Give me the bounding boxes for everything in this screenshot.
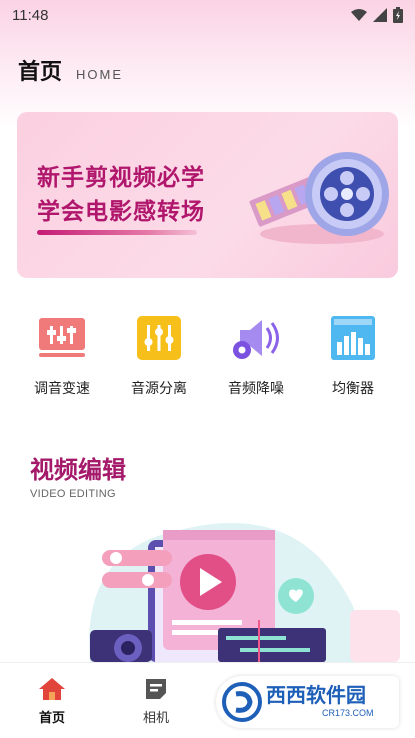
tools-grid: 调音变速 音源分离 音频降噪 均衡器	[0, 312, 415, 412]
battery-icon	[393, 7, 403, 23]
section-subtitle: VIDEO EDITING	[30, 488, 116, 500]
signal-icon	[373, 8, 387, 22]
wifi-icon	[351, 9, 367, 21]
status-bar: 11:48	[0, 0, 415, 30]
banner-underline	[37, 230, 197, 235]
status-icons	[351, 7, 403, 23]
header: 首页 HOME	[18, 54, 123, 86]
promo-banner[interactable]: 新手剪视频必学 学会电影感转场	[17, 112, 398, 278]
tool-label: 音频降噪	[228, 381, 284, 397]
watermark: 西西软件园 CR173.COM	[216, 676, 399, 728]
equalizer-icon	[137, 316, 181, 360]
tool-label: 均衡器	[332, 381, 374, 397]
tool-label: 音源分离	[131, 381, 187, 397]
page-title: 首页	[18, 60, 63, 85]
watermark-logo-icon	[222, 682, 262, 722]
banner-line-2: 学会电影感转场	[37, 199, 205, 225]
tool-pitch-speed[interactable]: 调音变速	[12, 312, 112, 398]
document-icon	[146, 679, 166, 699]
nav-item-camera[interactable]: 相机	[116, 675, 196, 726]
page-subtitle: HOME	[76, 67, 124, 82]
section-title: 视频编辑	[30, 456, 126, 484]
tool-noise-reduction[interactable]: 音频降噪	[206, 312, 306, 398]
banner-line-1: 新手剪视频必学	[37, 165, 205, 191]
watermark-text: 西西软件园	[266, 685, 366, 707]
video-editing-illustration[interactable]	[60, 510, 400, 662]
tool-equalizer[interactable]: 均衡器	[303, 312, 403, 398]
watermark-sub: CR173.COM	[322, 708, 374, 718]
speaker-gear-icon	[233, 320, 279, 359]
bar-chart-icon	[331, 316, 375, 360]
sliders-icon	[39, 318, 85, 357]
tool-source-separation[interactable]: 音源分离	[109, 312, 209, 398]
home-icon	[39, 678, 65, 700]
nav-label: 首页	[38, 711, 65, 726]
nav-label: 相机	[142, 711, 169, 726]
status-time: 11:48	[12, 6, 49, 24]
tool-label: 调音变速	[34, 381, 90, 397]
nav-item-home[interactable]: 首页	[12, 675, 92, 726]
film-reel-icon	[249, 152, 389, 244]
